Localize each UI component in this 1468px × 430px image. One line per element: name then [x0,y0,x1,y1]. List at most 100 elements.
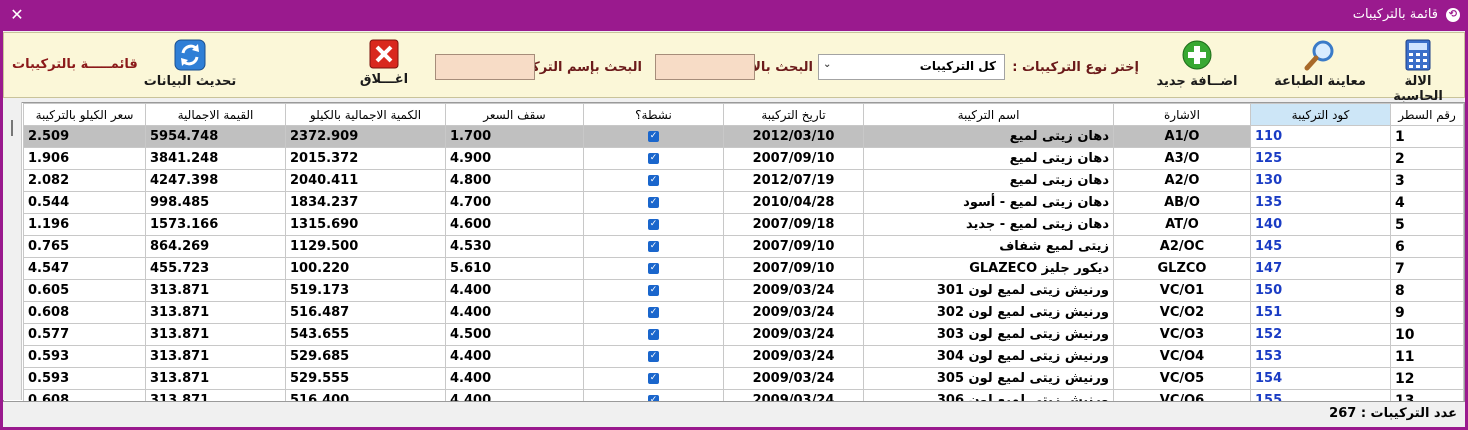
col-header-price-per-kg[interactable]: سعر الكيلو بالتركيبة [23,103,146,126]
row-number-cell[interactable]: 13 [1390,389,1464,401]
col-header-ref[interactable]: الاشارة [1113,103,1251,126]
ref-cell[interactable]: VC/O4 [1113,345,1251,368]
total-value-cell[interactable]: 864.269 [145,235,286,258]
name-cell[interactable]: ورنيش زيتى لميع لون 305 [863,367,1114,390]
col-header-total-qty[interactable]: الكمية الاجمالية بالكيلو [285,103,446,126]
total-value-cell[interactable]: 313.871 [145,323,286,346]
ref-cell[interactable]: A2/OC [1113,235,1251,258]
code-cell[interactable]: 153 [1250,345,1391,368]
row-number-cell[interactable]: 6 [1390,235,1464,258]
price-per-kg-cell[interactable]: 2.509 [23,125,146,148]
scrollbar-thumb[interactable] [11,120,13,136]
ref-cell[interactable]: A1/O [1113,125,1251,148]
active-checkbox[interactable]: ✓ [648,219,659,230]
close-button[interactable]: اغـــلاق [346,39,422,87]
ref-cell[interactable]: VC/O1 [1113,279,1251,302]
active-cell[interactable]: ✓ [583,323,724,346]
price-ceiling-cell[interactable]: 1.700 [445,125,584,148]
active-cell[interactable]: ✓ [583,257,724,280]
active-checkbox[interactable]: ✓ [648,241,659,252]
row-number-cell[interactable]: 11 [1390,345,1464,368]
total-value-cell[interactable]: 313.871 [145,301,286,324]
code-cell[interactable]: 140 [1250,213,1391,236]
type-filter-select[interactable]: كل التركيبات ⌄ [818,54,1005,80]
code-cell[interactable]: 130 [1250,169,1391,192]
active-checkbox[interactable]: ✓ [648,285,659,296]
price-ceiling-cell[interactable]: 4.400 [445,367,584,390]
table-row[interactable]: 7 147 GLZCO ديكور جليز GLAZECO 2007/09/10 ✓ 5.… [23,257,1464,280]
active-cell[interactable]: ✓ [583,235,724,258]
price-per-kg-cell[interactable]: 1.196 [23,213,146,236]
date-cell[interactable]: 2009/03/24 [723,367,864,390]
active-checkbox[interactable]: ✓ [648,197,659,208]
code-cell[interactable]: 125 [1250,147,1391,170]
price-ceiling-cell[interactable]: 5.610 [445,257,584,280]
ref-cell[interactable]: A2/O [1113,169,1251,192]
name-cell[interactable]: دهان زيتى لميع - أسود [863,191,1114,214]
active-checkbox[interactable]: ✓ [648,175,659,186]
total-value-cell[interactable]: 4247.398 [145,169,286,192]
name-cell[interactable]: ورنيش زيتى لميع لون 303 [863,323,1114,346]
code-cell[interactable]: 151 [1250,301,1391,324]
table-row[interactable]: 12 154 VC/O5 ورنيش زيتى لميع لون 305 2009/03… [23,367,1464,390]
close-window-icon[interactable]: ✕ [6,4,28,26]
vertical-scrollbar[interactable] [3,102,22,400]
name-cell[interactable]: ورنيش زيتى لميع لون 302 [863,301,1114,324]
price-per-kg-cell[interactable]: 4.547 [23,257,146,280]
code-cell[interactable]: 152 [1250,323,1391,346]
price-ceiling-cell[interactable]: 4.700 [445,191,584,214]
date-cell[interactable]: 2009/03/24 [723,301,864,324]
total-value-cell[interactable]: 455.723 [145,257,286,280]
code-cell[interactable]: 155 [1250,389,1391,401]
price-ceiling-cell[interactable]: 4.800 [445,169,584,192]
price-per-kg-cell[interactable]: 1.906 [23,147,146,170]
date-cell[interactable]: 2009/03/24 [723,323,864,346]
row-number-cell[interactable]: 1 [1390,125,1464,148]
active-checkbox[interactable]: ✓ [648,329,659,340]
table-row[interactable]: 1 110 A1/O دهان زيتى لميع 2012/03/10 ✓ 1.700 23… [23,125,1464,148]
date-cell[interactable]: 2009/03/24 [723,279,864,302]
ref-cell[interactable]: VC/O5 [1113,367,1251,390]
date-cell[interactable]: 2007/09/10 [723,257,864,280]
code-cell[interactable]: 154 [1250,367,1391,390]
total-qty-cell[interactable]: 516.400 [285,389,446,401]
price-ceiling-cell[interactable]: 4.500 [445,323,584,346]
active-checkbox[interactable]: ✓ [648,263,659,274]
price-ceiling-cell[interactable]: 4.400 [445,389,584,401]
total-qty-cell[interactable]: 529.555 [285,367,446,390]
total-value-cell[interactable]: 313.871 [145,367,286,390]
price-ceiling-cell[interactable]: 4.600 [445,213,584,236]
code-cell[interactable]: 110 [1250,125,1391,148]
price-per-kg-cell[interactable]: 0.593 [23,345,146,368]
total-value-cell[interactable]: 3841.248 [145,147,286,170]
total-qty-cell[interactable]: 516.487 [285,301,446,324]
total-value-cell[interactable]: 5954.748 [145,125,286,148]
table-row[interactable]: 2 125 A3/O دهان زيتى لميع 2007/09/10 ✓ 4.900 20… [23,147,1464,170]
date-cell[interactable]: 2009/03/24 [723,389,864,401]
ref-cell[interactable]: AT/O [1113,213,1251,236]
total-qty-cell[interactable]: 543.655 [285,323,446,346]
table-row[interactable]: 3 130 A2/O دهان زيتى لميع 2012/07/19 ✓ 4.800 20… [23,169,1464,192]
total-qty-cell[interactable]: 1129.500 [285,235,446,258]
add-new-button[interactable]: اضــافة جديد [1152,39,1242,89]
name-cell[interactable]: دهان زيتى لميع - جديد [863,213,1114,236]
price-per-kg-cell[interactable]: 0.605 [23,279,146,302]
total-value-cell[interactable]: 998.485 [145,191,286,214]
name-cell[interactable]: ديكور جليز GLAZECO [863,257,1114,280]
row-number-cell[interactable]: 3 [1390,169,1464,192]
total-qty-cell[interactable]: 529.685 [285,345,446,368]
col-header-price-ceiling[interactable]: سقف السعر [445,103,584,126]
date-cell[interactable]: 2007/09/10 [723,235,864,258]
price-ceiling-cell[interactable]: 4.400 [445,279,584,302]
code-cell[interactable]: 147 [1250,257,1391,280]
search-name-input[interactable] [435,54,535,80]
row-number-cell[interactable]: 7 [1390,257,1464,280]
price-ceiling-cell[interactable]: 4.900 [445,147,584,170]
col-header-row-number[interactable]: رقم السطر [1390,103,1464,126]
active-checkbox[interactable]: ✓ [648,395,659,401]
active-checkbox[interactable]: ✓ [648,351,659,362]
ref-cell[interactable]: VC/O2 [1113,301,1251,324]
name-cell[interactable]: ورنيش زيتى لميع لون 301 [863,279,1114,302]
date-cell[interactable]: 2010/04/28 [723,191,864,214]
name-cell[interactable]: ورنيش زيتى لميع لون 306 [863,389,1114,401]
